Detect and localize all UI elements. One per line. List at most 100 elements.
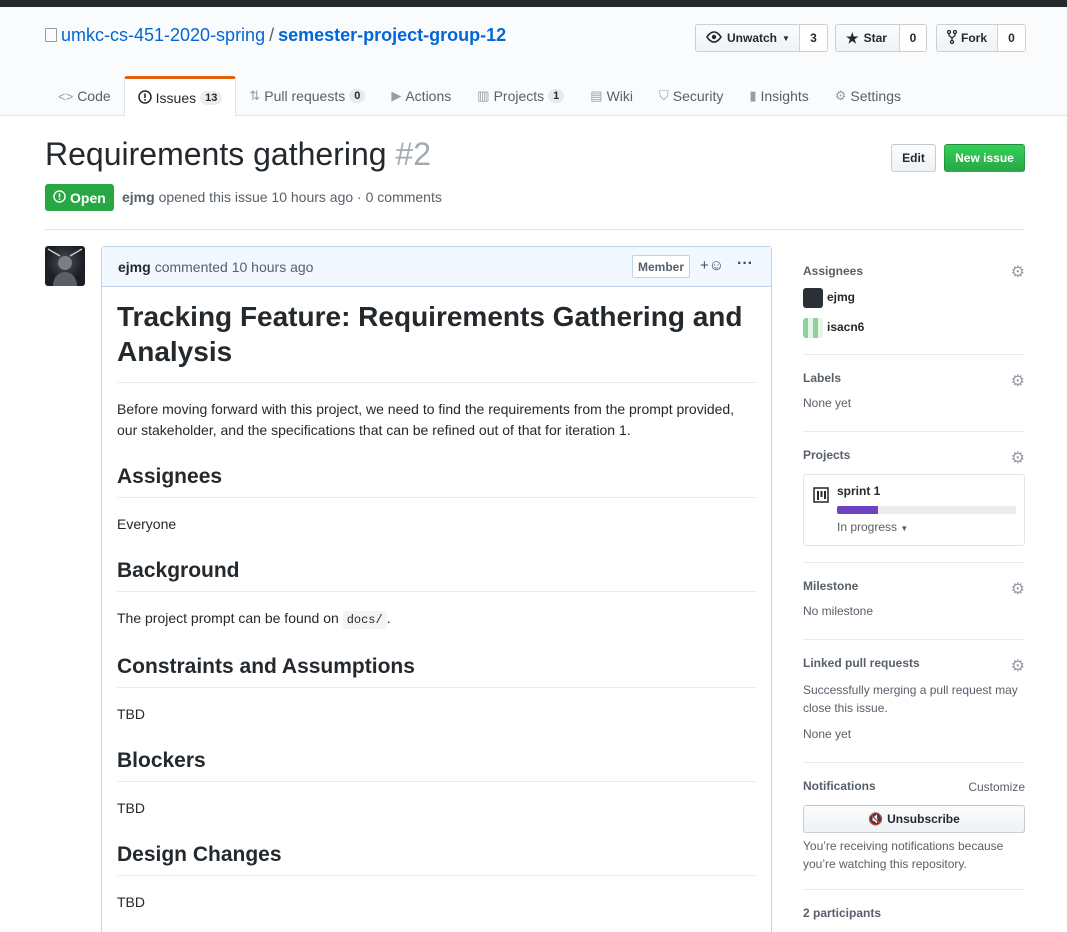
section-text-blockers: TBD — [117, 800, 145, 816]
project-icon — [813, 487, 829, 506]
star-button[interactable]: ★ Star — [836, 25, 899, 51]
kebab-menu-icon[interactable]: ··· — [737, 255, 753, 273]
gear-icon[interactable]: ⚙ — [1011, 371, 1025, 391]
section-heading-blockers: Blockers — [117, 749, 756, 782]
comment-heading: Tracking Feature: Requirements Gathering… — [117, 287, 756, 383]
fork-label: Fork — [961, 31, 988, 45]
project-progress-bar — [837, 506, 1016, 514]
global-header — [0, 0, 1067, 7]
assignee-name: ejmg — [827, 290, 856, 305]
assignee-ejmg[interactable]: ejmg — [803, 288, 1025, 308]
project-icon: ▥ — [477, 88, 490, 103]
comment-author-link[interactable]: ejmg — [118, 259, 151, 275]
add-reaction-icon[interactable]: +☺ — [700, 257, 724, 274]
comment-header: ejmg commented 10 hours ago Member +☺ ··… — [102, 247, 771, 287]
gear-icon[interactable]: ⚙ — [1011, 656, 1025, 676]
avatar — [803, 288, 823, 308]
tab-security[interactable]: ⛉ Security — [646, 76, 736, 116]
play-icon: ▶ — [391, 88, 402, 103]
star-icon: ★ — [846, 29, 859, 46]
sidebar-milestone: Milestone ⚙ No milestone — [803, 579, 1025, 618]
member-badge: Member — [632, 255, 691, 278]
star-label: Star — [863, 31, 887, 45]
sidebar-divider — [803, 562, 1025, 563]
tab-actions[interactable]: ▶ Actions — [378, 76, 464, 116]
repo-title: umkc-cs-451-2020-spring / semester-project… — [45, 25, 506, 46]
issue-meta: ejmg opened this issue 10 hours ago · 0 … — [122, 189, 442, 205]
milestone-heading: Milestone — [803, 579, 859, 593]
tab-pull-requests[interactable]: ⇅ Pull requests 0 — [236, 76, 378, 116]
tab-security-label: Security — [672, 88, 724, 104]
fork-button[interactable]: Fork — [937, 25, 997, 51]
mute-icon: 🔇 — [868, 812, 884, 826]
tab-insights-label: Insights — [760, 88, 809, 104]
gear-icon[interactable]: ⚙ — [1011, 579, 1025, 599]
tab-insights[interactable]: ▮ Insights — [736, 76, 821, 116]
path-separator: / — [269, 25, 275, 45]
project-progress-fill — [837, 506, 879, 514]
section-heading-assignees: Assignees — [117, 465, 756, 498]
sidebar-labels: Labels ⚙ None yet — [803, 371, 1025, 410]
project-name[interactable]: sprint 1 — [837, 484, 880, 498]
caret-down-icon: ▼ — [900, 524, 909, 533]
tab-projects[interactable]: ▥ Projects 1 — [464, 76, 577, 116]
tab-projects-label: Projects — [493, 88, 545, 104]
issues-counter: 13 — [200, 91, 223, 105]
gear-icon[interactable]: ⚙ — [1011, 262, 1025, 282]
linked-prs-value: None yet — [803, 727, 852, 741]
tab-code-label: Code — [77, 88, 111, 104]
sidebar-divider — [803, 889, 1025, 890]
header-divider — [45, 229, 1025, 230]
project-card[interactable]: sprint 1 In progress ▼ — [803, 474, 1025, 546]
customize-link[interactable]: Customize — [968, 780, 1025, 794]
status-badge: Open — [45, 184, 114, 211]
section-text-assignees: Everyone — [117, 516, 177, 532]
milestone-value: No milestone — [803, 604, 874, 618]
avatar[interactable] — [45, 246, 85, 286]
unsubscribe-button[interactable]: 🔇 Unsubscribe — [803, 805, 1025, 833]
new-issue-button[interactable]: New issue — [944, 144, 1025, 172]
issue-comment: ejmg commented 10 hours ago Member +☺ ··… — [101, 246, 772, 932]
sidebar-linked-prs: Linked pull requests ⚙ Successfully merg… — [803, 656, 1025, 741]
sidebar-divider — [803, 762, 1025, 763]
book-icon: ▤ — [590, 88, 603, 103]
background-text: The project prompt can be found on — [117, 610, 343, 626]
pull-requests-counter: 0 — [349, 89, 366, 103]
participants-heading: 2 participants — [803, 906, 882, 920]
comment-timestamp[interactable]: commented 10 hours ago — [155, 259, 314, 275]
tab-pull-requests-label: Pull requests — [264, 88, 346, 104]
git-pull-request-icon: ⇅ — [249, 88, 261, 103]
sidebar-divider — [803, 354, 1025, 355]
tab-settings[interactable]: ⚙ Settings — [822, 76, 914, 116]
forks-count[interactable]: 0 — [997, 25, 1025, 51]
repo-name-link[interactable]: semester-project-group-12 — [278, 25, 506, 45]
section-heading-background: Background — [117, 559, 756, 592]
comment-body: Tracking Feature: Requirements Gathering… — [102, 287, 771, 913]
assignee-name: isacn6 — [827, 320, 865, 335]
issue-opened-icon — [137, 89, 152, 107]
unwatch-label: Unwatch — [727, 31, 778, 45]
tab-code[interactable]: <> Code — [45, 76, 124, 116]
unwatch-button[interactable]: Unwatch ▼ — [696, 25, 799, 51]
assignee-isacn6[interactable]: isacn6 — [803, 318, 1025, 338]
issue-author-link[interactable]: ejmg — [122, 189, 155, 205]
sidebar-notifications: Notifications Customize — [803, 779, 1025, 794]
labels-value: None yet — [803, 396, 852, 410]
edit-button[interactable]: Edit — [891, 144, 936, 172]
watchers-count[interactable]: 3 — [799, 25, 827, 51]
repo-nav: <> Code Issues 13 ⇅ Pull requests 0 ▶ Actions… — [45, 76, 914, 117]
avatar — [803, 318, 823, 338]
project-status-dropdown[interactable]: In progress ▼ — [837, 520, 908, 534]
background-text-end: . — [386, 610, 391, 626]
tab-wiki[interactable]: ▤ Wiki — [577, 76, 646, 116]
caret-down-icon: ▼ — [782, 33, 790, 43]
tab-issues[interactable]: Issues 13 — [123, 76, 237, 117]
star-action: ★ Star 0 — [835, 24, 927, 52]
gear-icon[interactable]: ⚙ — [1011, 448, 1025, 468]
stargazers-count[interactable]: 0 — [899, 25, 926, 51]
section-heading-constraints: Constraints and Assumptions — [117, 655, 756, 688]
issue-meta-text: opened this issue 10 hours ago · 0 comme… — [158, 189, 442, 205]
notifications-desc: You’re receiving notifications because y… — [803, 839, 1004, 871]
issue-number: #2 — [395, 136, 432, 172]
repo-owner-link[interactable]: umkc-cs-451-2020-spring — [61, 25, 265, 45]
